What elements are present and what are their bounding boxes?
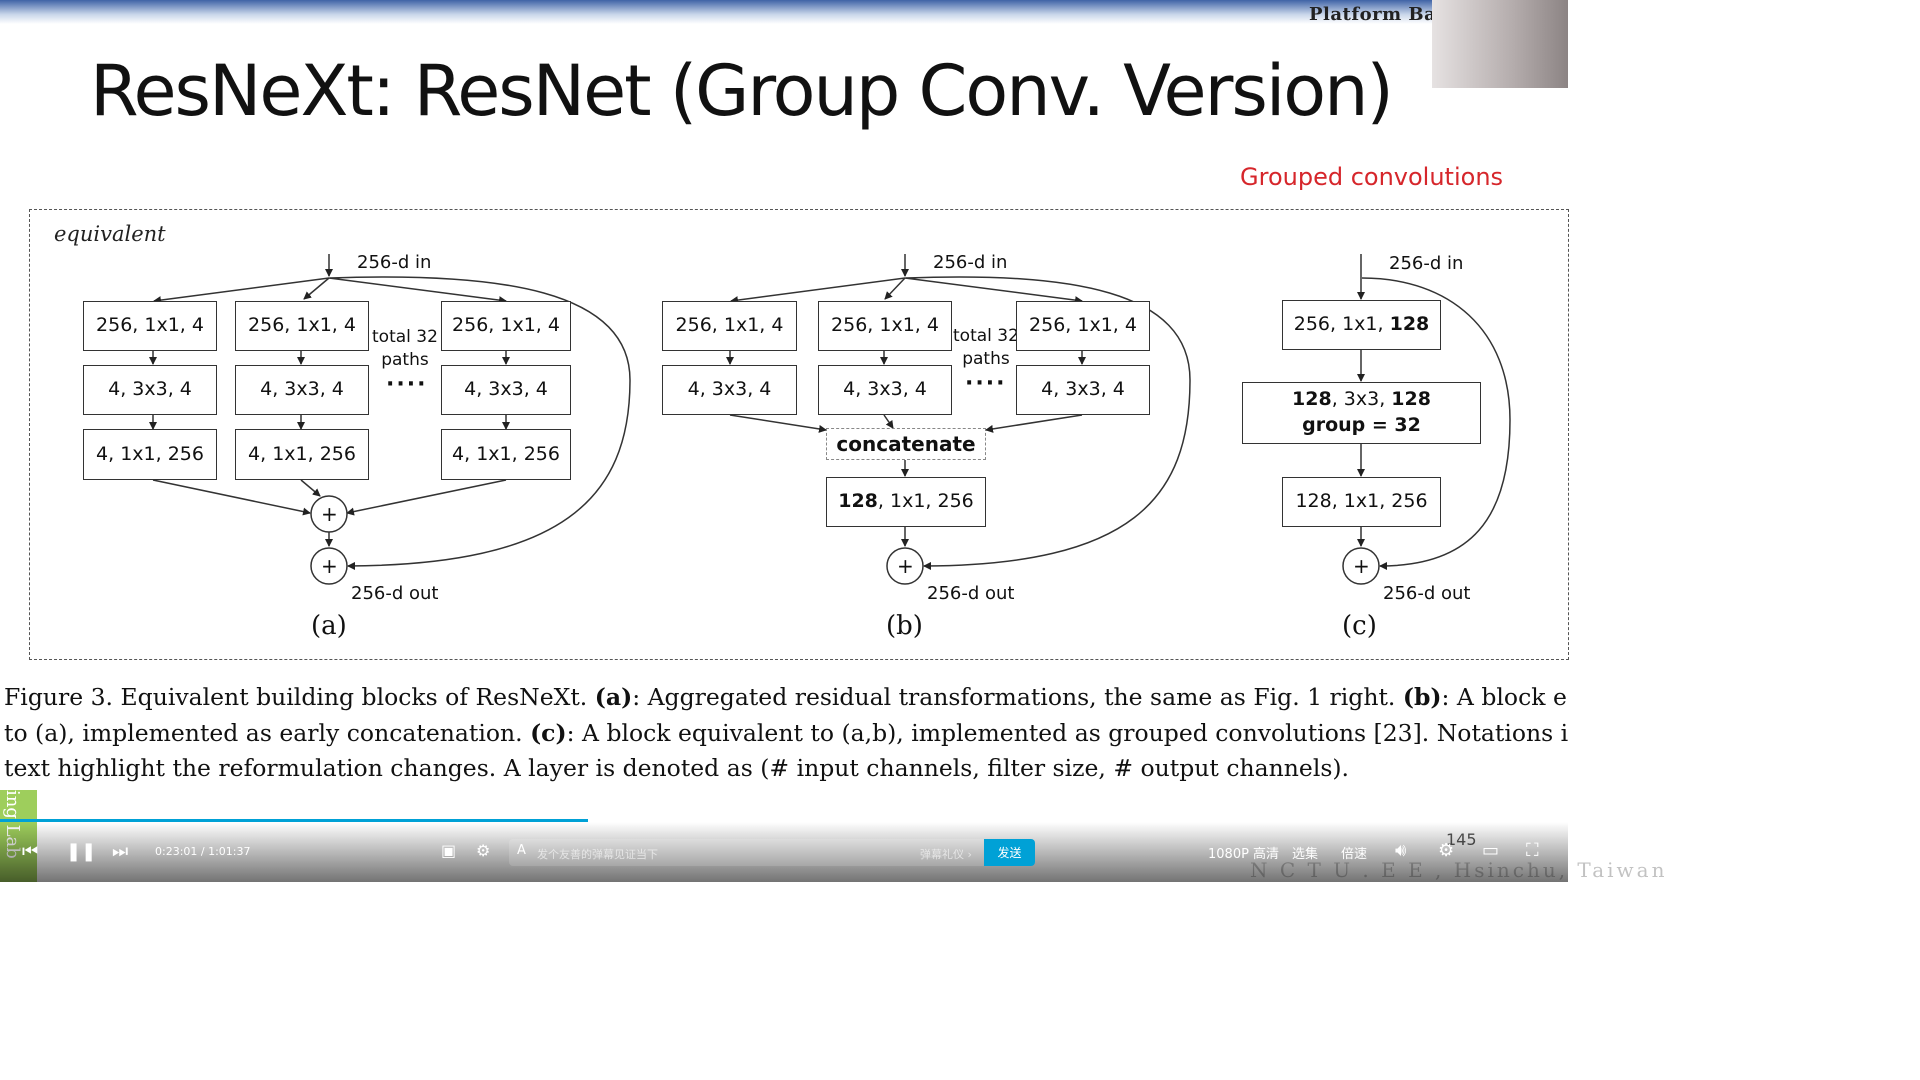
- panel-b-final-bold: 128: [838, 490, 878, 513]
- panel-b-output-label: 256-d out: [927, 583, 1015, 604]
- danmu-input[interactable]: 发个友善的弹幕见证当下: [537, 846, 658, 862]
- panel-c-box1: 256, 1x1, 128: [1282, 300, 1441, 350]
- panel-a-path32-box1: 256, 1x1, 4: [441, 301, 571, 351]
- panel-a-sublabel: (a): [311, 611, 347, 641]
- settings-gear-icon[interactable]: ⚙: [1438, 842, 1454, 860]
- panel-a-output-label: 256-d out: [351, 583, 439, 604]
- quality-button[interactable]: 1080P 高清: [1208, 843, 1279, 862]
- fullscreen-icon[interactable]: ⛶: [1526, 842, 1539, 860]
- panel-a-path2-box1: 256, 1x1, 4: [235, 301, 369, 351]
- caption-l1-a: Figure 3. Equivalent building blocks of …: [4, 683, 595, 711]
- panel-b-sublabel: (b): [886, 611, 923, 641]
- panel-a-path1-box1: 256, 1x1, 4: [83, 301, 217, 351]
- caption-line-3: text highlight the reformulation changes…: [4, 754, 1350, 782]
- panel-b-input-label: 256-d in: [933, 252, 1008, 273]
- panel-c-box2-mid: , 3x3,: [1331, 388, 1392, 411]
- speed-button[interactable]: 倍速: [1341, 843, 1367, 862]
- caption-line-1: Figure 3. Equivalent building blocks of …: [4, 680, 1568, 716]
- panel-c-box1-text: 256, 1x1,: [1293, 313, 1390, 336]
- panel-b-paths-label: total 32 paths: [953, 325, 1019, 371]
- panel-b-dots: ····: [965, 371, 1007, 396]
- panel-a-path32-box3: 4, 1x1, 256: [441, 429, 571, 480]
- pause-icon[interactable]: ❚❚: [66, 843, 96, 861]
- panel-c-box3: 128, 1x1, 256: [1282, 477, 1441, 527]
- caption-line-2: to (a), implemented as early concatenati…: [4, 716, 1568, 752]
- caption-l2-a: to (a), implemented as early concatenati…: [4, 718, 531, 747]
- panel-c-box2-line2: group = 32: [1302, 413, 1421, 439]
- panel-c-sublabel: (c): [1342, 611, 1377, 641]
- panel-b-path2-box2: 4, 3x3, 4: [818, 365, 952, 415]
- panel-a-path1-box3: 4, 1x1, 256: [83, 429, 217, 480]
- panel-b-final-rest: , 1x1, 256: [877, 490, 974, 513]
- panel-c-box2-line1: 128, 3x3, 128: [1292, 387, 1431, 413]
- danmu-toggle-icon[interactable]: ▣: [441, 843, 456, 859]
- panel-a-sum-plus: +: [321, 502, 338, 526]
- panel-b-final-box: 128, 1x1, 256: [826, 477, 986, 527]
- picture-in-picture-icon[interactable]: ▭: [1482, 842, 1499, 860]
- caption-l1-e: : A block equivale: [1441, 683, 1568, 711]
- panel-c-group-label: group = 32: [1302, 414, 1421, 436]
- previous-icon[interactable]: ⏮: [22, 843, 38, 861]
- panel-b-path1-box1: 256, 1x1, 4: [662, 301, 797, 351]
- panel-a-path2-box3: 4, 1x1, 256: [235, 429, 369, 480]
- panel-b-out-plus: +: [897, 554, 914, 578]
- panel-b-concatenate: concatenate: [826, 428, 986, 460]
- episodes-button[interactable]: 选集: [1292, 843, 1318, 862]
- caption-l2-c: : A block equivalent to (a,b), implement…: [566, 718, 1568, 747]
- panel-a-out-plus: +: [321, 554, 338, 578]
- panel-a-paths-line1: total 32: [372, 327, 438, 347]
- caption-l1-b: (a): [594, 683, 633, 711]
- panel-b-path2-box1: 256, 1x1, 4: [818, 301, 952, 351]
- panel-a-dots: ····: [386, 372, 428, 397]
- panel-b-path1-box2: 4, 3x3, 4: [662, 365, 797, 415]
- panel-c-box1-bold: 128: [1389, 313, 1430, 336]
- text-style-icon[interactable]: A: [517, 844, 526, 857]
- caption-l1-d: (b): [1402, 683, 1442, 711]
- panel-a-path1-box2: 4, 3x3, 4: [83, 365, 217, 415]
- panel-c-box2-bold2: 128: [1391, 388, 1431, 411]
- volume-icon[interactable]: 🔊︎: [1395, 842, 1406, 860]
- progress-fill: [0, 819, 588, 822]
- next-icon[interactable]: ⏭: [112, 843, 128, 861]
- panel-c-box2-bold1: 128: [1292, 388, 1332, 411]
- panel-b-path32-box2: 4, 3x3, 4: [1016, 365, 1150, 415]
- panel-b-paths-line1: total 32: [953, 326, 1019, 346]
- time-display: 0:23:01 / 1:01:37: [155, 845, 251, 858]
- panel-c-box2: 128, 3x3, 128 group = 32: [1242, 382, 1481, 444]
- panel-a-input-label: 256-d in: [357, 252, 432, 273]
- panel-a-path32-box2: 4, 3x3, 4: [441, 365, 571, 415]
- panel-a-paths-label: total 32 paths: [372, 326, 438, 372]
- danmu-settings-icon[interactable]: ⚙: [476, 843, 490, 859]
- panel-a-path2-box2: 4, 3x3, 4: [235, 365, 369, 415]
- caption-l1-c: : Aggregated residual transformations, t…: [632, 683, 1403, 711]
- danmu-etiquette-link[interactable]: 弹幕礼仪 ›: [920, 846, 972, 862]
- caption-l2-b: (c): [530, 718, 567, 747]
- figure-caption: Figure 3. Equivalent building blocks of …: [4, 680, 1568, 787]
- panel-a-paths-line2: paths: [381, 349, 429, 370]
- panel-c-input-label: 256-d in: [1389, 253, 1464, 274]
- panel-b-path32-box1: 256, 1x1, 4: [1016, 301, 1150, 351]
- panel-c-output-label: 256-d out: [1383, 583, 1471, 604]
- panel-c-out-plus: +: [1353, 554, 1370, 578]
- send-button[interactable]: 发送: [984, 839, 1035, 866]
- panel-b-paths-line2: paths: [962, 348, 1010, 369]
